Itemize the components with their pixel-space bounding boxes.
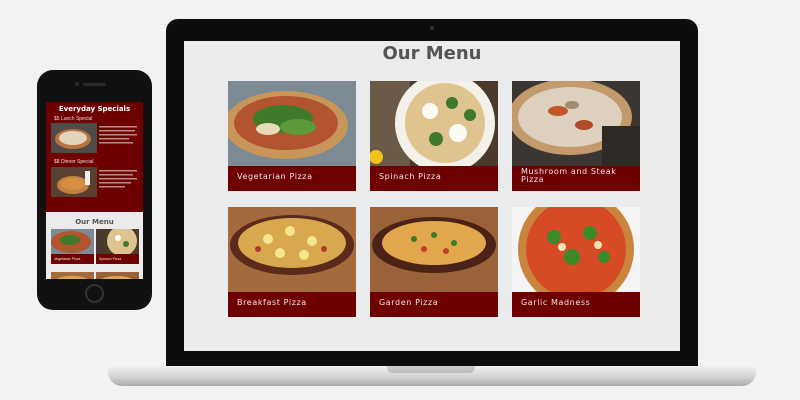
dinner-special-image — [51, 167, 97, 197]
laptop-hinge-notch — [387, 366, 475, 373]
garden-pizza-image — [370, 207, 498, 292]
menu-card-breakfast-pizza[interactable]: Breakfast Pizza — [228, 207, 356, 317]
mobile-menu-card[interactable] — [96, 272, 139, 279]
menu-card-label: Garlic Madness — [521, 298, 591, 307]
menu-card-label: Vegetarian Pizza — [237, 172, 313, 181]
menu-card-garden-pizza[interactable]: Garden Pizza — [370, 207, 498, 317]
phone-speaker — [83, 83, 106, 86]
garlic-madness-image — [512, 207, 640, 292]
dinner-special-description — [99, 170, 137, 188]
mushroom-steak-pizza-image — [512, 81, 640, 166]
menu-card-spinach-pizza[interactable]: Spinach Pizza — [370, 81, 498, 191]
special-name: $5 Lunch Special — [54, 116, 93, 122]
mobile-menu-card[interactable] — [51, 272, 94, 279]
menu-card-label: Breakfast Pizza — [237, 298, 307, 307]
laptop-frame: Our Menu Vegetarian Pizza Spinach Pizza … — [166, 19, 698, 370]
spinach-pizza-thumb — [96, 229, 139, 254]
mobile-menu-card-label: Vegetarian Pizza — [54, 257, 81, 261]
mobile-menu-card-label: Spinach Pizza — [99, 257, 122, 261]
garden-pizza-thumb — [96, 272, 139, 279]
menu-card-mushroom-steak-pizza[interactable]: Mushroom and Steak Pizza — [512, 81, 640, 191]
mobile-menu-title: Our Menu — [75, 218, 114, 226]
lunch-special-description — [99, 126, 137, 144]
menu-card-vegetarian-pizza[interactable]: Vegetarian Pizza — [228, 81, 356, 191]
lunch-special-image — [51, 123, 97, 153]
breakfast-pizza-image — [228, 207, 356, 292]
page-title: Our Menu — [382, 43, 482, 64]
specials-title: Everyday Specials — [58, 105, 131, 113]
vegetarian-pizza-thumb — [51, 229, 94, 254]
phone-frame: Everyday Specials $5 Lunch Special $8 Di… — [37, 70, 152, 310]
camera-icon — [430, 26, 434, 30]
phone-screen: Everyday Specials $5 Lunch Special $8 Di… — [46, 102, 143, 279]
spinach-pizza-image — [370, 81, 498, 166]
breakfast-pizza-thumb — [51, 272, 94, 279]
menu-card-label: Mushroom and Steak Pizza — [521, 167, 617, 184]
special-name: $8 Dinner Special — [54, 159, 94, 165]
menu-card-garlic-madness[interactable]: Garlic Madness — [512, 207, 640, 317]
vegetarian-pizza-image — [228, 81, 356, 166]
laptop-screen: Our Menu Vegetarian Pizza Spinach Pizza … — [184, 41, 680, 351]
mobile-menu-card[interactable]: Spinach Pizza — [96, 229, 139, 264]
phone-camera-icon — [75, 82, 79, 86]
menu-card-label: Spinach Pizza — [379, 172, 442, 181]
menu-card-label: Garden Pizza — [379, 298, 439, 307]
specials-section: Everyday Specials $5 Lunch Special $8 Di… — [46, 102, 143, 212]
phone-home-button[interactable] — [85, 284, 104, 303]
mobile-menu-card[interactable]: Vegetarian Pizza — [51, 229, 94, 264]
